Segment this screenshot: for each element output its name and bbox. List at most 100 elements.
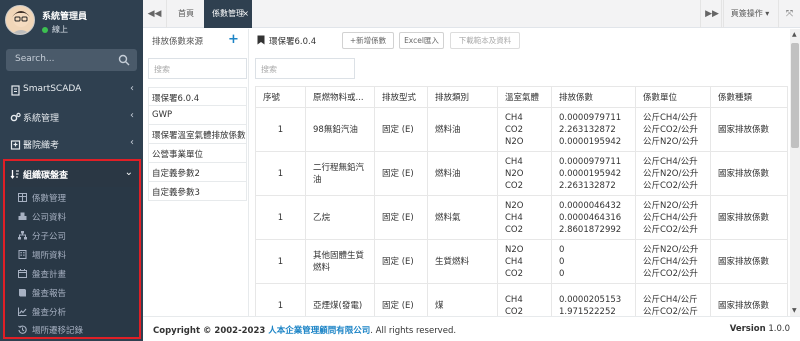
- unit-line: 公斤CH4/公升: [643, 212, 698, 223]
- gas-line: CH4: [505, 112, 523, 123]
- sidebar-subitem-plan[interactable]: 盤查計畫: [5, 265, 139, 284]
- sidebar-subitem-label: 盤查報告: [32, 289, 67, 299]
- sidebar-subitem-analysis[interactable]: 盤查分析: [5, 303, 139, 322]
- column-header[interactable]: 係數單位: [635, 86, 711, 108]
- source-search-input[interactable]: 搜索: [148, 58, 247, 79]
- cell-material: 98無鉛汽油: [305, 107, 375, 152]
- unit-line: 公斤CO2/公升: [643, 180, 698, 191]
- cell-no: 1: [255, 107, 306, 152]
- sidebar-subitem-migration[interactable]: 場所遷移記錄: [5, 321, 139, 340]
- fullscreen-button[interactable]: ⤧: [779, 0, 800, 28]
- sidebar-subitem-sites[interactable]: 場所資料: [5, 246, 139, 265]
- column-header[interactable]: 溫室氣體: [497, 86, 552, 108]
- tab-scroll-left-button[interactable]: ◀◀: [143, 0, 167, 28]
- table-row[interactable]: 1 二行程無鉛汽油 固定 (E) 燃料油 CH4 N2O CO2 0.0000979…: [255, 151, 788, 196]
- add-source-button[interactable]: +: [228, 32, 239, 47]
- sidebar-item-carbon-inventory[interactable]: 組織碳盤查 ⌄: [5, 161, 139, 187]
- factor-line: 0: [559, 256, 565, 267]
- source-list-item[interactable]: 自定義參數3: [148, 182, 247, 201]
- cell-category: 燃料油: [427, 107, 498, 152]
- cell-factors: 0.0000979711 2.263132872 0.0000195942: [551, 107, 636, 152]
- avatar[interactable]: [5, 5, 35, 35]
- column-header[interactable]: 係數種類: [710, 86, 788, 108]
- cell-no: 1: [255, 151, 306, 196]
- sidebar-search-input[interactable]: Search...: [15, 54, 55, 64]
- sidebar-search[interactable]: Search...: [6, 49, 137, 71]
- cell-category: 生質燃料: [427, 239, 498, 284]
- cell-kind: 國家排放係數: [710, 151, 788, 196]
- unit-line: 公斤CO2/公升: [643, 124, 698, 135]
- cell-factors: 0.0000979711 0.0000195942 2.263132872: [551, 151, 636, 196]
- online-dot-icon: [42, 26, 48, 33]
- source-list-item[interactable]: 自定義參數2: [148, 163, 247, 182]
- hospital-icon: [10, 140, 21, 150]
- close-icon[interactable]: ×: [242, 0, 249, 28]
- table-row[interactable]: 1 乙烷 固定 (E) 燃料氣 N2O CH4 CO2 0.0000046432 0.…: [255, 195, 788, 240]
- sidebar-item-system[interactable]: 系統管理 ‹: [0, 105, 143, 129]
- gas-line: CH4: [505, 156, 523, 167]
- main-scrollbar[interactable]: ▲ ▼: [790, 29, 800, 316]
- sidebar-subitem-subsidiary[interactable]: 分子公司: [5, 227, 139, 246]
- line-chart-icon: [18, 307, 27, 316]
- table-row[interactable]: 1 其他固體生質燃料 固定 (E) 生質燃料 N2O CH4 CO2 000 公斤N…: [255, 239, 788, 284]
- app-root: 系統管理員 線上 Search... SmartSCADA ‹ 系統管理 ‹ 醫…: [0, 0, 800, 341]
- tab-home[interactable]: 首頁: [168, 0, 204, 28]
- coefficient-search-input[interactable]: 搜索: [255, 58, 355, 79]
- source-list-item[interactable]: 環保署溫室氣體排放係數: [148, 125, 247, 144]
- sidebar-subitem-company[interactable]: 公司資料: [5, 208, 139, 227]
- scrollbar-thumb[interactable]: [791, 43, 799, 148]
- unit-line: 公斤N2O/公升: [643, 136, 699, 147]
- book-icon: [19, 289, 26, 297]
- source-list-item[interactable]: 環保署6.0.4: [148, 87, 247, 106]
- gas-line: CH4: [505, 256, 523, 267]
- factor-line: 0.0000195942: [559, 168, 622, 179]
- calendar-icon: [18, 269, 27, 278]
- sidebar-item-label: SmartSCADA: [23, 84, 82, 94]
- table-icon: [18, 193, 27, 202]
- source-list-item[interactable]: 公營事業單位: [148, 144, 247, 163]
- sidebar-subitem-coefficient[interactable]: 係數管理: [5, 189, 139, 208]
- unit-line: 公斤CO2/公升: [643, 224, 698, 235]
- footer: Copyright © 2002-2023 人本企業管理顧問有限公司. All …: [143, 316, 800, 341]
- tab-coefficient[interactable]: 係數管理 ×: [204, 0, 252, 28]
- unit-line: 公斤CO2/公升: [643, 268, 698, 279]
- sidebar-subitem-label: 場所遷移記錄: [32, 326, 84, 336]
- source-list-item[interactable]: GWP: [148, 106, 247, 125]
- tab-operations-dropdown[interactable]: 頁簽操作 ▾: [721, 0, 779, 28]
- scroll-up-icon[interactable]: ▲: [792, 31, 797, 38]
- sidebar-item-smartscada[interactable]: SmartSCADA ‹: [0, 78, 143, 102]
- unit-line: 公斤CH4/公升: [643, 256, 698, 267]
- unit-line: 公斤N2O/公升: [643, 244, 699, 255]
- cell-kind: 國家排放係數: [710, 195, 788, 240]
- factor-line: 2.8601872992: [559, 224, 622, 235]
- sidebar-subitem-label: 盤查分析: [32, 308, 67, 318]
- gas-line: CH4: [505, 294, 523, 305]
- sidebar-subitem-label: 公司資料: [32, 213, 67, 223]
- scroll-down-icon[interactable]: ▼: [792, 307, 797, 314]
- factor-line: 0.0000046432: [559, 200, 622, 211]
- sidebar-item-hospital[interactable]: 醫院織考 ‹: [0, 132, 143, 156]
- unit-line: 公斤CH4/公斤: [643, 294, 698, 305]
- search-icon[interactable]: [118, 54, 130, 66]
- column-header[interactable]: 排放係數: [551, 86, 636, 108]
- column-header[interactable]: 排放類別: [427, 86, 498, 108]
- table-row[interactable]: 1 98無鉛汽油 固定 (E) 燃料油 CH4 CO2 N2O 0.00009797…: [255, 107, 788, 152]
- cell-category: 燃料油: [427, 151, 498, 196]
- chevron-left-icon: ‹: [130, 110, 134, 121]
- cell-no: 1: [255, 195, 306, 240]
- copyright-suffix: . All rights reserved.: [370, 326, 457, 336]
- gas-line: N2O: [505, 168, 524, 179]
- excel-import-button[interactable]: Excel匯入: [399, 32, 444, 49]
- factor-line: 2.263132872: [559, 124, 616, 135]
- column-header[interactable]: 序號: [255, 86, 306, 108]
- column-header[interactable]: 排放型式: [374, 86, 428, 108]
- cell-gases: CH4 N2O CO2: [497, 151, 552, 196]
- column-header[interactable]: 原燃物料或...: [305, 86, 375, 108]
- download-template-button[interactable]: 下載範本及資料: [450, 32, 520, 49]
- user-status-label: 線上: [52, 25, 68, 34]
- source-title: 環保署6.0.4: [269, 37, 317, 47]
- coefficient-main-panel: 環保署6.0.4 +新增係數 Excel匯入 下載範本及資料 搜索 序號 原燃物…: [250, 29, 790, 328]
- add-coefficient-button[interactable]: +新增係數: [342, 32, 394, 49]
- company-link[interactable]: 人本企業管理顧問有限公司: [268, 326, 370, 336]
- sidebar-subitem-report[interactable]: 盤查報告: [5, 284, 139, 303]
